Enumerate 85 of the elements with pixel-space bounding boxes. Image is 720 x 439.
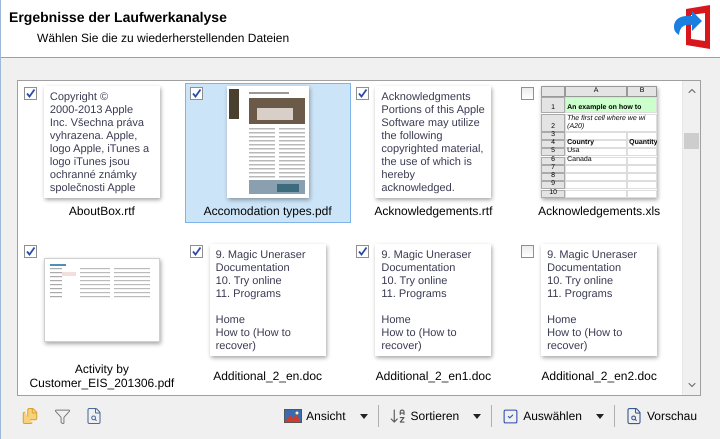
picture-icon [284,409,302,423]
text-line: copyrighted material, [381,143,484,156]
text-line: Documentation [216,262,291,275]
sheet-cell [565,181,628,190]
text-line: acknowledged. [381,182,456,195]
checkbox[interactable] [190,87,203,100]
checkbox[interactable] [356,245,368,258]
text-line: How to (How to [547,327,624,340]
text-line: the use of which is [381,156,473,169]
text-line: recover) [216,340,257,353]
caret-icon[interactable] [360,414,368,418]
file-item[interactable]: Acknowledgments Portions of this Apple Software may utilize the following copyrighted material, the use of which is hereby acknowledged. Acknowledgements.rtf [350,83,516,223]
file-name: Activity by Customer_EIS_201306.pdf [28,362,176,390]
file-name: Accomodation types.pdf [204,204,332,218]
text-line: 9. Magic Uneraser [547,249,638,262]
file-item[interactable]: 9. Magic Uneraser Documentation 10. Try online 11. Programs Home How to (How to recover) Additional_2_en2.doc [516,241,682,395]
file-name: Additional_2_en2.doc [541,369,657,385]
text-line: 10. Try online [381,275,448,288]
sheet-cell [627,148,658,156]
text-line: společnosti Apple [50,182,136,195]
file-name: AboutBox.rtf [68,204,135,218]
text-line: recover) [547,340,588,353]
file-item[interactable]: 9. Magic Uneraser Documentation 10. Try online 11. Programs Home How to (How to recover) Additional_2_en.doc [184,241,350,395]
file-name: Additional_2_en1.doc [376,369,492,385]
page-subtitle: Wählen Sie die zu wiederherstellenden Dateien [36,31,290,45]
checkbox[interactable] [24,87,37,100]
sheet-cell [627,156,658,165]
caret-icon[interactable] [473,414,482,418]
file-item[interactable]: Activity by Customer_EIS_201306.pdf [19,241,185,395]
toolbar-button[interactable]: Auswählen [498,404,608,428]
sheet-cell [627,181,658,190]
checkbox[interactable] [190,245,203,258]
text-line: How to (How to [381,327,458,340]
preview-icon [624,407,643,425]
page-title: Ergebnisse der Laufwerkanalyse [9,9,228,25]
text-line: 9. Magic Uneraser [381,249,472,262]
text-line: Documentation [381,262,456,275]
text-line: Inc. Všechna práva [50,117,146,130]
sheet-cell [565,190,628,198]
checkbox[interactable] [24,245,37,258]
text-line: How to (How to [216,327,292,340]
text-line: 11. Programs [216,288,282,301]
toolbar-button[interactable]: Sortieren [384,404,486,428]
sheet-cell [565,173,628,182]
toolbar-button[interactable]: Ansicht [280,406,372,426]
text-line: hereby [381,169,416,182]
text-line: ochranné známky [50,169,138,182]
toolbar-button[interactable]: Vorschau [620,404,701,428]
text-line: Home [381,314,412,327]
app-logo-icon [672,5,712,49]
text-line: Home [547,314,578,327]
scrollbar[interactable] [682,81,700,395]
file-name: Additional_2_en.doc [213,369,322,385]
text-line: the following [381,130,444,143]
text-line: vyhrazena. Apple, [50,130,138,143]
text-line: Documentation [547,262,622,275]
file-name: Acknowledgements.rtf [374,204,492,218]
scroll-thumb[interactable] [684,133,699,149]
text-line: 11. Programs [547,288,614,301]
text-line: 10. Try online [547,275,614,288]
text-line: Software may utilize [381,117,481,130]
file-item[interactable]: Copyright © 2000-2013 Apple Inc. Všechna práva vyhrazena. Apple, logo Apple, iTunes a logo iTunes jsou ochranné známky společnosti Apple AboutBox.rtf [19,83,185,223]
text-line: logo Apple, iTunes a [50,143,150,156]
checkbox[interactable] [521,245,534,258]
sheet-cell [627,190,658,198]
text-line: Copyright © [50,91,110,104]
text-line: 10. Try online [216,275,283,288]
sheet-corner [541,86,566,97]
text-line: Portions of this Apple [381,104,486,117]
text-line: 11. Programs [381,288,448,301]
caret-icon[interactable] [596,414,604,418]
text-line: Acknowledgments [381,91,472,104]
checkbox-icon [502,408,520,424]
file-item[interactable]: Accomodation types.pdf [184,83,350,223]
sort-icon [388,407,407,425]
text-line: logo iTunes jsou [50,156,131,169]
file-item[interactable]: 9. Magic Uneraser Documentation 10. Try online 11. Programs Home How to (How to recover) Additional_2_en1.doc [350,241,516,395]
text-line: 9. Magic Uneraser [216,249,306,262]
text-line: 2000-2013 Apple [50,104,134,117]
checkbox[interactable] [521,87,534,100]
file-name: Acknowledgements.xls [538,204,660,218]
text-line: Home [216,314,246,327]
text-line: recover) [381,340,423,353]
checkbox[interactable] [356,87,368,100]
sheet-cell [627,173,658,182]
